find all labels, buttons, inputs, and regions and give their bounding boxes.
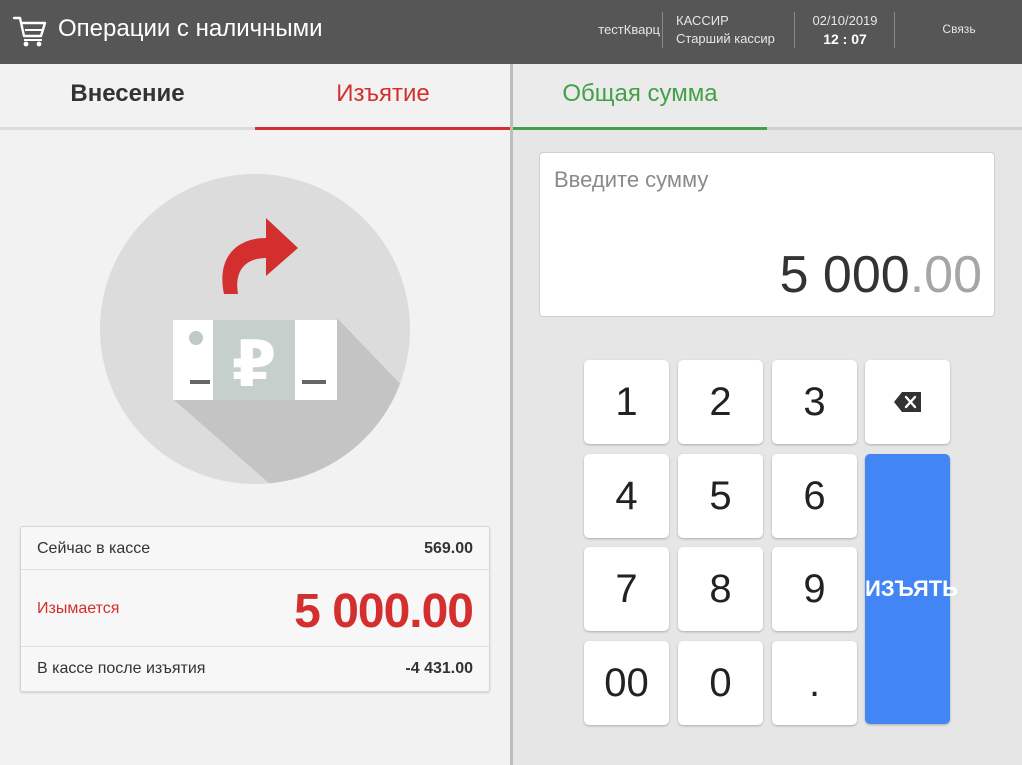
key-1[interactable]: 1 — [584, 360, 669, 444]
role-name: Старший кассир — [676, 31, 775, 46]
key-6[interactable]: 6 — [772, 454, 857, 538]
key-8[interactable]: 8 — [678, 547, 763, 631]
header-divider — [794, 12, 795, 48]
key-00[interactable]: 00 — [584, 641, 669, 725]
key-5[interactable]: 5 — [678, 454, 763, 538]
datetime: 02/10/2019 12 : 07 — [796, 12, 894, 48]
role-title: КАССИР — [676, 13, 729, 28]
key-0[interactable]: 0 — [678, 641, 763, 725]
user-name: тестКварц — [598, 22, 660, 37]
cashier-info: КАССИР Старший кассир — [676, 12, 775, 48]
header-divider — [662, 12, 663, 48]
right-panel: Общая сумма Введите сумму 5 000.00 1 2 3… — [513, 64, 1022, 765]
key-4[interactable]: 4 — [584, 454, 669, 538]
operation-tabs: Внесение Изъятие — [0, 64, 511, 130]
amount-tabs: Общая сумма — [513, 64, 1022, 130]
withdraw-button[interactable]: ИЗЪЯТЬ — [865, 454, 958, 724]
after-label: В кассе после изъятия — [37, 660, 206, 677]
tab-total-amount[interactable]: Общая сумма — [513, 64, 767, 130]
summary-row-withdrawing: Изымается 5 000.00 — [21, 570, 489, 647]
top-bar: Операции с наличными тестКварц КАССИР Ст… — [0, 0, 1022, 64]
amount-decimals: .00 — [909, 246, 982, 304]
summary-row-after: В кассе после изъятия -4 431.00 — [21, 647, 489, 691]
time: 12 : 07 — [823, 31, 867, 47]
key-3[interactable]: 3 — [772, 360, 857, 444]
cart-icon — [12, 16, 47, 47]
amount-input[interactable]: Введите сумму 5 000.00 — [539, 152, 995, 317]
key-dot[interactable]: . — [772, 641, 857, 725]
date: 02/10/2019 — [812, 13, 878, 28]
key-9[interactable]: 9 — [772, 547, 857, 631]
amount-integer: 5 000 — [779, 246, 910, 304]
page-title: Операции с наличными — [58, 15, 323, 42]
summary-row-current: Сейчас в кассе 569.00 — [21, 527, 489, 570]
withdraw-illustration: ₽ — [100, 174, 410, 484]
cash-summary: Сейчас в кассе 569.00 Изымается 5 000.00… — [20, 526, 490, 692]
withdrawing-value: 5 000.00 — [294, 585, 474, 638]
backspace-icon — [894, 392, 921, 412]
left-panel: Внесение Изъятие ₽ Сейчас в кассе 569.00… — [0, 64, 511, 765]
arrow-icon — [222, 218, 298, 294]
header-divider — [894, 12, 895, 48]
current-label: Сейчас в кассе — [37, 540, 151, 557]
withdrawing-label: Изымается — [37, 600, 120, 617]
backspace-button[interactable] — [865, 360, 950, 444]
after-value: -4 431.00 — [405, 660, 473, 677]
amount-value: 5 000.00 — [780, 245, 982, 305]
tab-deposit[interactable]: Внесение — [0, 64, 255, 130]
key-2[interactable]: 2 — [678, 360, 763, 444]
current-value: 569.00 — [424, 540, 473, 557]
tab-withdraw[interactable]: Изъятие — [255, 64, 511, 130]
key-7[interactable]: 7 — [584, 547, 669, 631]
currency-symbol: ₽ — [232, 328, 277, 402]
amount-placeholder: Введите сумму — [554, 167, 709, 192]
connection-button[interactable]: Связь — [922, 22, 996, 36]
